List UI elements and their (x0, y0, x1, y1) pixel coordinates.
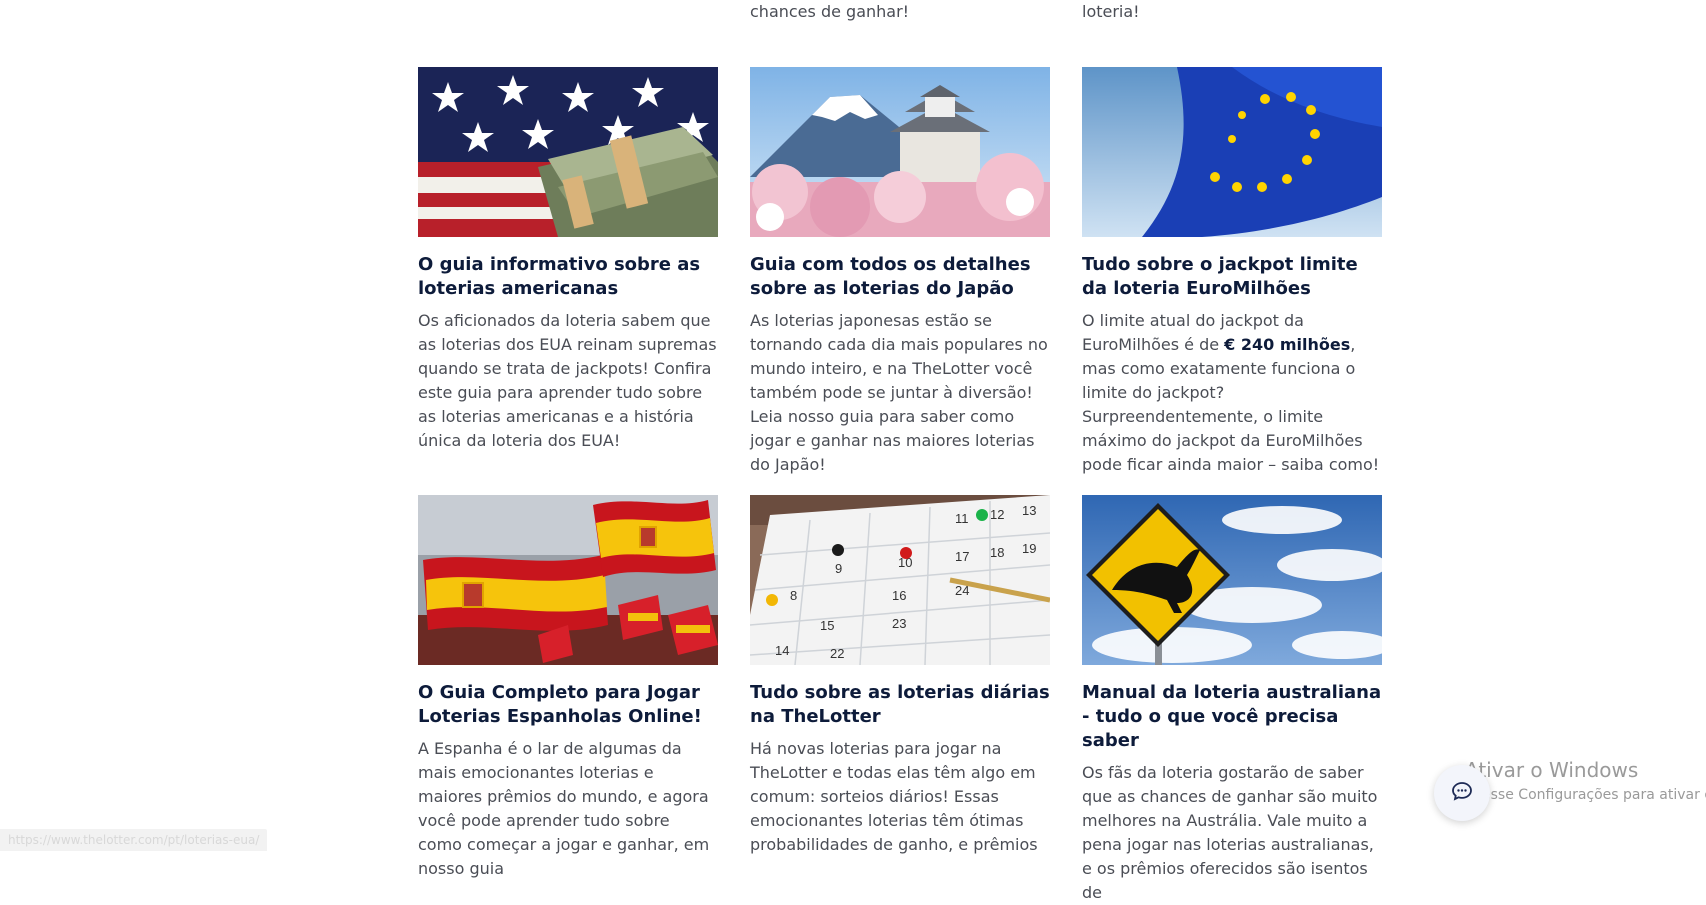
calendar-day-number: 12 (990, 507, 1004, 522)
mount-fuji-castle-image[interactable] (750, 67, 1050, 237)
calendar-day-number: 11 (955, 511, 969, 526)
article-title[interactable]: Guia com todos os detalhes sobre as lote… (750, 253, 1050, 301)
article-title[interactable]: Manual da loteria australiana - tudo o q… (1082, 681, 1382, 753)
calendar-day-number: 16 (892, 588, 906, 603)
article-card-usa: O guia informativo sobre as loterias ame… (418, 67, 718, 453)
previous-card-text-fragment-3: loteria! (1082, 2, 1140, 21)
eu-flag-image[interactable] (1082, 67, 1382, 237)
calendar-day-number: 17 (955, 549, 969, 564)
calendar-day-number: 23 (892, 616, 906, 631)
usa-flag-money-image[interactable] (418, 67, 718, 237)
calendar-day-number: 14 (775, 643, 789, 658)
article-card-euromillions: Tudo sobre o jackpot limite da loteria E… (1082, 67, 1382, 477)
watermark-title: Ativar o Windows (1465, 758, 1639, 782)
calendar-day-number: 15 (820, 618, 834, 633)
article-description: Os fãs da loteria gostarão de saber que … (1082, 763, 1378, 902)
article-description: O limite atual do jackpot da EuroMilhões… (1082, 311, 1380, 474)
calendar-day-number: 8 (790, 588, 797, 603)
article-title[interactable]: O Guia Completo para Jogar Loterias Espa… (418, 681, 718, 729)
watermark-subtitle: Acesse Configurações para ativar o Windo… (1465, 787, 1706, 803)
article-title[interactable]: Tudo sobre o jackpot limite da loteria E… (1082, 253, 1382, 301)
previous-card-text-fragment-2: chances de ganhar! (750, 2, 910, 21)
chat-icon (1451, 780, 1473, 806)
jackpot-limit-amount: € 240 milhões (1224, 335, 1351, 354)
kangaroo-sign-image[interactable] (1082, 495, 1382, 665)
calendar-day-number: 13 (1022, 503, 1036, 518)
article-card-spain: O Guia Completo para Jogar Loterias Espa… (418, 495, 718, 881)
article-title[interactable]: Tudo sobre as loterias diárias na TheLot… (750, 681, 1050, 729)
link-status-bar: https://www.thelotter.com/pt/loterias-eu… (0, 829, 268, 851)
article-card-daily-lotteries: 11 12 13 9 10 17 18 19 8 16 24 15 23 14 22 Tudo sobre … (750, 495, 1050, 857)
calendar-day-number: 22 (830, 646, 844, 661)
chat-button[interactable] (1434, 765, 1490, 821)
calendar-day-number: 19 (1022, 541, 1036, 556)
article-card-japan: Guia com todos os detalhes sobre as lote… (750, 67, 1050, 477)
article-description: Há novas loterias para jogar na TheLotte… (750, 739, 1038, 854)
article-title[interactable]: O guia informativo sobre as loterias ame… (418, 253, 718, 301)
article-grid: chances de ganhar! loteria! O guia infor… (418, 0, 1382, 902)
windows-activation-watermark: Ativar o Windows Acesse Configurações pa… (1465, 758, 1706, 804)
article-description: Os aficionados da loteria sabem que as l… (418, 311, 717, 450)
article-card-australia: Manual da loteria australiana - tudo o q… (1082, 495, 1382, 905)
calendar-day-number: 18 (990, 545, 1004, 560)
calendar-day-number: 9 (835, 561, 842, 576)
article-description: A Espanha é o lar de algumas da mais emo… (418, 739, 710, 878)
article-description: As loterias japonesas estão se tornando … (750, 311, 1048, 474)
calendar-pins-image[interactable]: 11 12 13 9 10 17 18 19 8 16 24 15 23 14 22 (750, 495, 1050, 665)
spain-flags-image[interactable] (418, 495, 718, 665)
